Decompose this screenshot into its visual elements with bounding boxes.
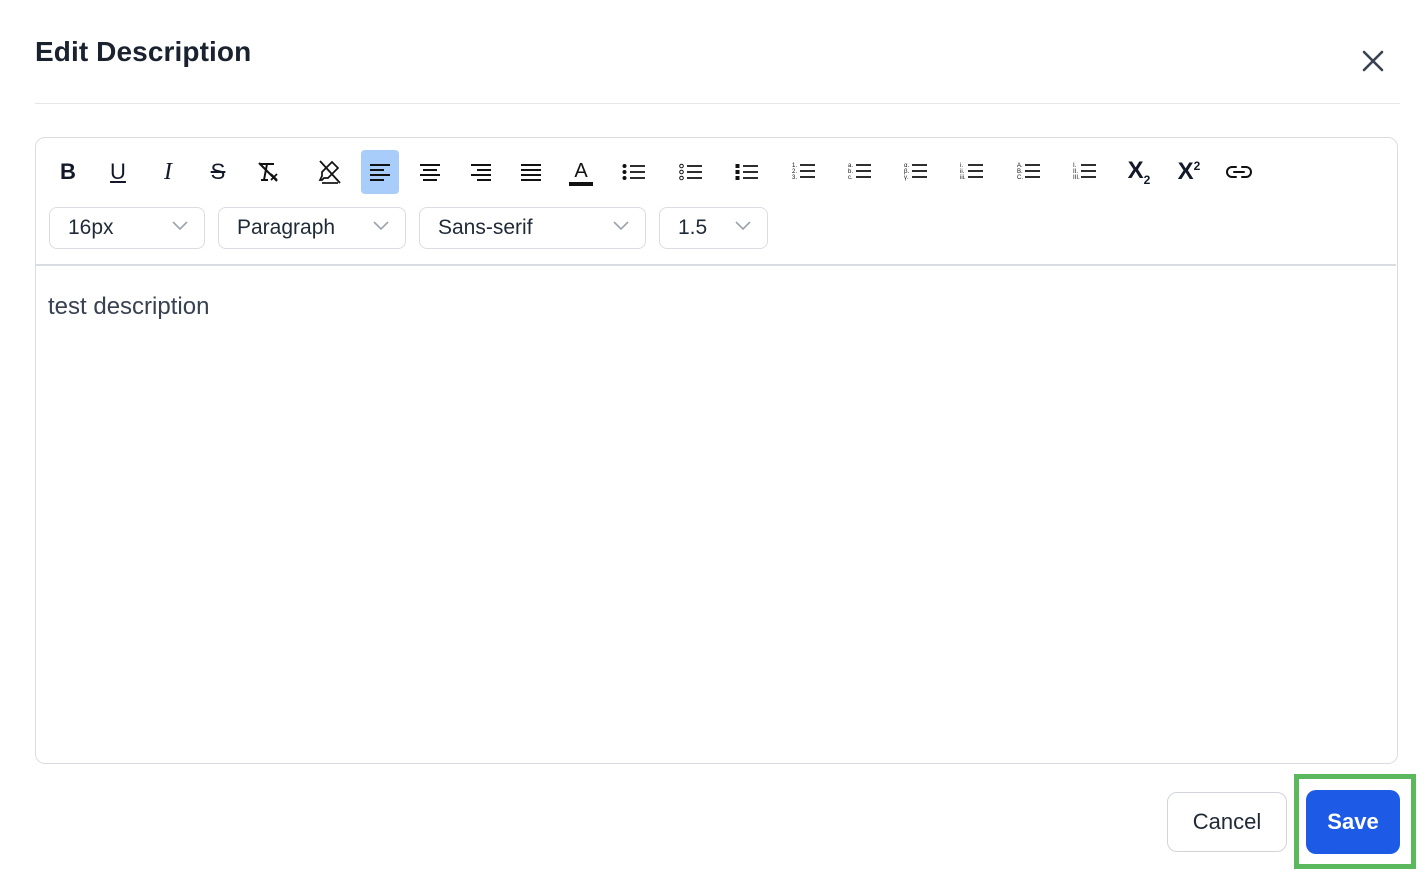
align-justify-button[interactable]: [512, 150, 550, 194]
line-height-select[interactable]: 1.5: [659, 207, 768, 249]
block-type-select[interactable]: Paragraph: [218, 207, 406, 249]
font-family-select[interactable]: Sans-serif: [419, 207, 646, 249]
clear-format-icon: [258, 162, 278, 182]
lower-roman-list-icon: i. ii. iii.: [960, 163, 983, 181]
align-right-icon: [471, 164, 491, 181]
strikethrough-icon: S: [210, 159, 226, 184]
rich-text-editor: B U I S A 1. 2. 3. a. b. c. α. β. γ. i. …: [35, 137, 1398, 764]
toolbar-divider: [36, 264, 1396, 266]
chevron-down-icon: [172, 221, 188, 231]
subscript-button[interactable]: X2: [1120, 150, 1158, 194]
bullet-list-icon: [622, 164, 645, 180]
link-icon: [1226, 166, 1252, 178]
align-left-icon: [370, 164, 390, 181]
lower-alpha-list-button[interactable]: a. b. c.: [841, 150, 879, 194]
link-button[interactable]: [1220, 150, 1258, 194]
italic-button[interactable]: I: [149, 150, 187, 194]
dialog-title: Edit Description: [35, 36, 252, 67]
svg-text:A: A: [574, 160, 588, 182]
bold-button[interactable]: B: [49, 150, 87, 194]
greek-list-icon: α. β. γ.: [904, 163, 927, 181]
greek-list-button[interactable]: α. β. γ.: [897, 150, 935, 194]
upper-roman-list-icon: I. II. III.: [1073, 163, 1096, 181]
close-button[interactable]: [1356, 44, 1390, 78]
superscript-icon: X2: [1177, 158, 1201, 185]
circle-list-button[interactable]: [672, 150, 710, 194]
editor-content[interactable]: test description: [48, 293, 209, 321]
bold-icon: B: [60, 159, 76, 184]
italic-icon: I: [164, 158, 172, 185]
font-size-value: 16px: [68, 216, 114, 239]
remove-highlight-button[interactable]: [311, 150, 349, 194]
subscript-icon: X2: [1127, 157, 1151, 187]
align-justify-icon: [521, 164, 541, 181]
save-button[interactable]: Save: [1306, 790, 1400, 854]
align-center-icon: [420, 164, 440, 181]
line-height-value: 1.5: [678, 216, 708, 239]
font-color-button[interactable]: A: [562, 150, 600, 194]
block-type-value: Paragraph: [237, 216, 336, 239]
numbered-list-button[interactable]: 1. 2. 3.: [785, 150, 823, 194]
strikethrough-button[interactable]: S: [199, 150, 237, 194]
underline-button[interactable]: U: [99, 150, 137, 194]
upper-alpha-list-icon: A. B. C.: [1017, 163, 1040, 181]
clear-format-button[interactable]: [249, 150, 287, 194]
bullet-list-button[interactable]: [615, 150, 653, 194]
svg-text:c.: c.: [848, 175, 853, 181]
svg-text:3.: 3.: [792, 175, 797, 181]
numbered-list-icon: 1. 2. 3.: [792, 163, 815, 181]
chevron-down-icon: [735, 221, 751, 231]
font-size-select[interactable]: 16px: [49, 207, 205, 249]
highlighter-off-icon: [318, 160, 341, 184]
align-right-button[interactable]: [462, 150, 500, 194]
underline-icon: U: [110, 159, 126, 184]
upper-alpha-list-button[interactable]: A. B. C.: [1010, 150, 1048, 194]
square-list-icon: [735, 164, 758, 180]
svg-text:γ.: γ.: [904, 175, 909, 181]
font-family-value: Sans-serif: [438, 216, 533, 239]
svg-text:C.: C.: [1017, 175, 1023, 181]
svg-text:III.: III.: [1073, 175, 1080, 181]
close-icon: [1362, 50, 1384, 72]
chevron-down-icon: [373, 221, 389, 231]
font-color-icon: A: [569, 160, 593, 186]
lower-alpha-list-icon: a. b. c.: [848, 163, 871, 181]
edit-description-dialog: Edit Description B U I S A 1. 2. 3. a. b…: [0, 0, 1428, 885]
cancel-button[interactable]: Cancel: [1167, 792, 1287, 852]
align-center-button[interactable]: [411, 150, 449, 194]
svg-text:iii.: iii.: [960, 175, 966, 181]
formatting-toolbar: B U I S A 1. 2. 3. a. b. c. α. β. γ. i. …: [48, 150, 1378, 194]
chevron-down-icon: [613, 221, 629, 231]
header-divider: [35, 103, 1400, 104]
superscript-button[interactable]: X2: [1170, 150, 1208, 194]
upper-roman-list-button[interactable]: I. II. III.: [1066, 150, 1104, 194]
circle-list-icon: [679, 163, 702, 181]
align-left-button[interactable]: [361, 150, 399, 194]
lower-roman-list-button[interactable]: i. ii. iii.: [953, 150, 991, 194]
square-list-button[interactable]: [728, 150, 766, 194]
